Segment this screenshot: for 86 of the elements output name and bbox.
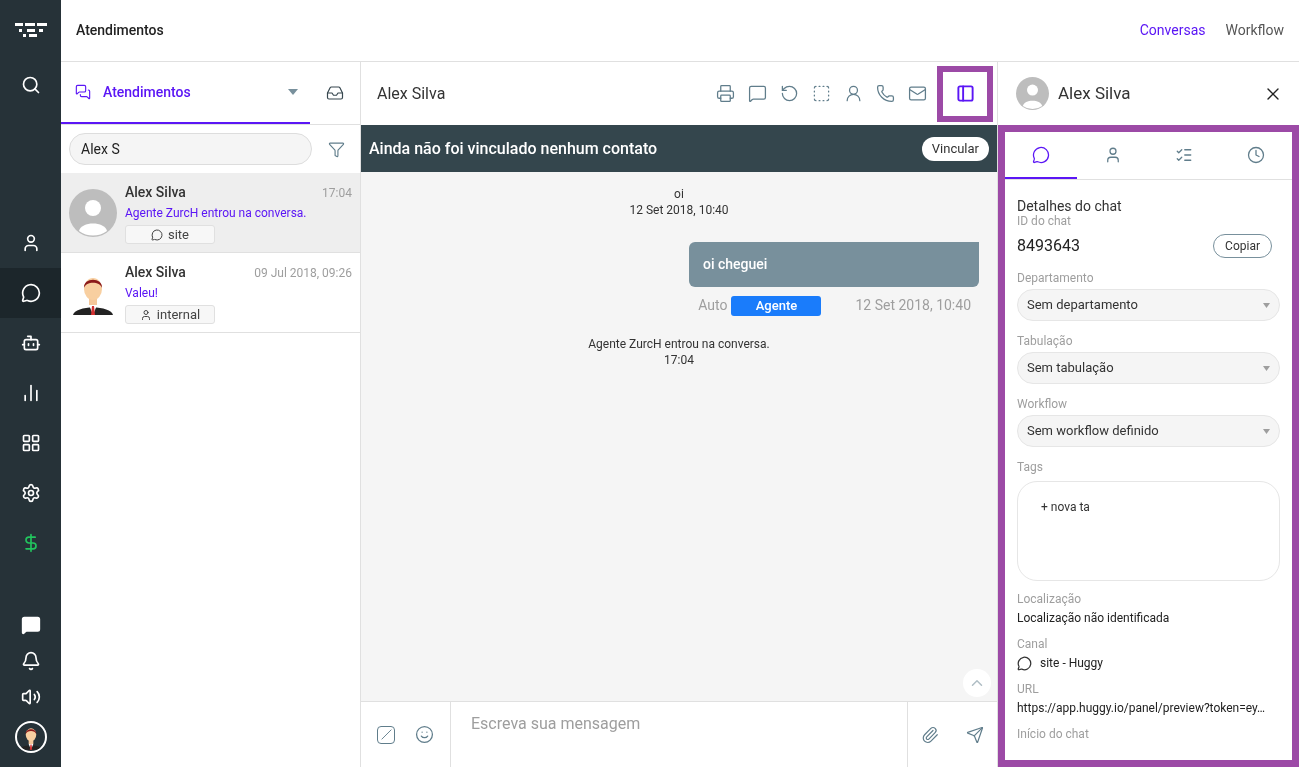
chat-id: 8493643 <box>1017 235 1080 257</box>
message-bubble: oi cheguei <box>689 242 979 287</box>
side-panel-icon <box>955 84 975 103</box>
banner-text: Ainda não foi vinculado nenhum contato <box>369 137 658 160</box>
search-icon <box>20 75 41 95</box>
person-icon <box>139 308 152 321</box>
bell-icon <box>20 651 41 671</box>
caret-icon <box>1263 428 1270 434</box>
filter-icon <box>327 140 345 158</box>
dropdown-caret-icon <box>288 89 298 95</box>
message-preview: Agente ZurcH entrou na conversa. <box>125 205 308 222</box>
tags-field[interactable]: + nova ta <box>1017 481 1280 581</box>
sender-label: Auto <box>698 296 728 315</box>
agent-badge: Agente <box>731 295 822 316</box>
message-time: 12 Set 2018, 10:40 <box>855 296 971 315</box>
paperclip-icon <box>921 725 940 744</box>
panel-toggle-button[interactable] <box>937 65 993 122</box>
chat-bubble-icon <box>20 283 41 303</box>
rotate-icon <box>779 84 799 103</box>
emoji-button[interactable] <box>415 725 434 744</box>
smiley-icon <box>415 725 434 744</box>
avatar-placeholder <box>69 189 117 237</box>
speaker-icon <box>20 687 41 707</box>
slash-icon <box>380 729 392 740</box>
message-icon <box>20 615 41 635</box>
contact-name: Alex Silva <box>1058 81 1131 105</box>
section-heading: Detalhes do chat <box>1017 198 1123 214</box>
chat-bubble-icon <box>1017 655 1032 671</box>
chat-bubble-icon <box>151 228 163 241</box>
contact-name: Alex Silva <box>125 263 186 282</box>
search-field[interactable]: Alex S <box>69 133 312 165</box>
chat-title: Alex Silva <box>377 82 446 105</box>
dashed-square-icon <box>811 84 831 103</box>
field-value: https://app.huggy.io/panel/preview?token=ey… <box>1017 700 1267 716</box>
channel-label: internal <box>156 305 201 324</box>
field-value: Localização não identificada <box>1017 610 1171 626</box>
speech-bubble-icon <box>747 84 767 103</box>
field-value: site - Huggy <box>1040 655 1103 671</box>
system-message: oi <box>674 186 684 202</box>
clock-icon <box>1247 145 1266 164</box>
conversation-time: 09 Jul 2018, 09:26 <box>254 265 352 282</box>
field-label: Localização <box>1017 591 1083 607</box>
message-time: 12 Set 2018, 10:40 <box>629 202 729 218</box>
field-label: Início do chat <box>1017 726 1090 742</box>
avatar-placeholder <box>1016 77 1049 110</box>
conversation-item[interactable]: Alex Silva 17:04 Agente ZurcH entrou na conversa. site <box>61 173 360 253</box>
shortcut-button[interactable] <box>377 725 395 744</box>
dropdown-select[interactable]: Sem departamento <box>1017 289 1280 321</box>
message-preview: Valeu! <box>125 285 159 302</box>
chat-bubbles-icon <box>75 84 91 100</box>
field-label: Tags <box>1017 459 1044 475</box>
dropdown-select[interactable]: Sem tabulação <box>1017 352 1280 384</box>
link-contact-button[interactable]: Vincular <box>921 136 989 161</box>
header-link[interactable]: Conversas <box>1139 20 1206 41</box>
send-button[interactable] <box>965 725 984 744</box>
header-link[interactable]: Workflow <box>1225 20 1284 41</box>
message-time: 17:04 <box>664 352 694 368</box>
chat-bubble-icon <box>1031 145 1050 164</box>
robot-icon <box>20 333 41 353</box>
channel-label: site <box>168 225 189 244</box>
attach-button[interactable] <box>921 725 940 744</box>
printer-icon <box>715 84 735 103</box>
caret-icon <box>1263 365 1270 371</box>
profile-avatar[interactable] <box>14 721 47 753</box>
grid-icon <box>20 433 41 453</box>
page-title: Atendimentos <box>76 21 164 40</box>
dropdown-select[interactable]: Sem workflow definido <box>1017 415 1280 447</box>
system-message: Agente ZurcH entrou na conversa. <box>588 336 770 352</box>
send-icon <box>965 725 984 744</box>
logo-icon[interactable] <box>14 23 47 37</box>
settings-icon <box>20 483 41 503</box>
field-label: Workflow <box>1017 396 1069 412</box>
field-label: Tabulação <box>1017 333 1074 349</box>
field-label: Canal <box>1017 636 1049 652</box>
nav-button[interactable] <box>0 268 61 318</box>
conversation-time: 17:04 <box>322 185 352 202</box>
caret-icon <box>1263 302 1270 308</box>
phone-icon <box>875 84 895 103</box>
field-label: URL <box>1017 681 1040 697</box>
message-input[interactable]: Escreva sua mensagem <box>451 702 907 767</box>
mail-icon <box>907 84 927 103</box>
conversations-tab[interactable]: Atendimentos <box>61 62 310 124</box>
field-label: Departamento <box>1017 270 1095 286</box>
field-label: ID do chat <box>1017 214 1073 228</box>
inbox-icon <box>326 84 344 102</box>
contact-name: Alex Silva <box>125 183 186 202</box>
